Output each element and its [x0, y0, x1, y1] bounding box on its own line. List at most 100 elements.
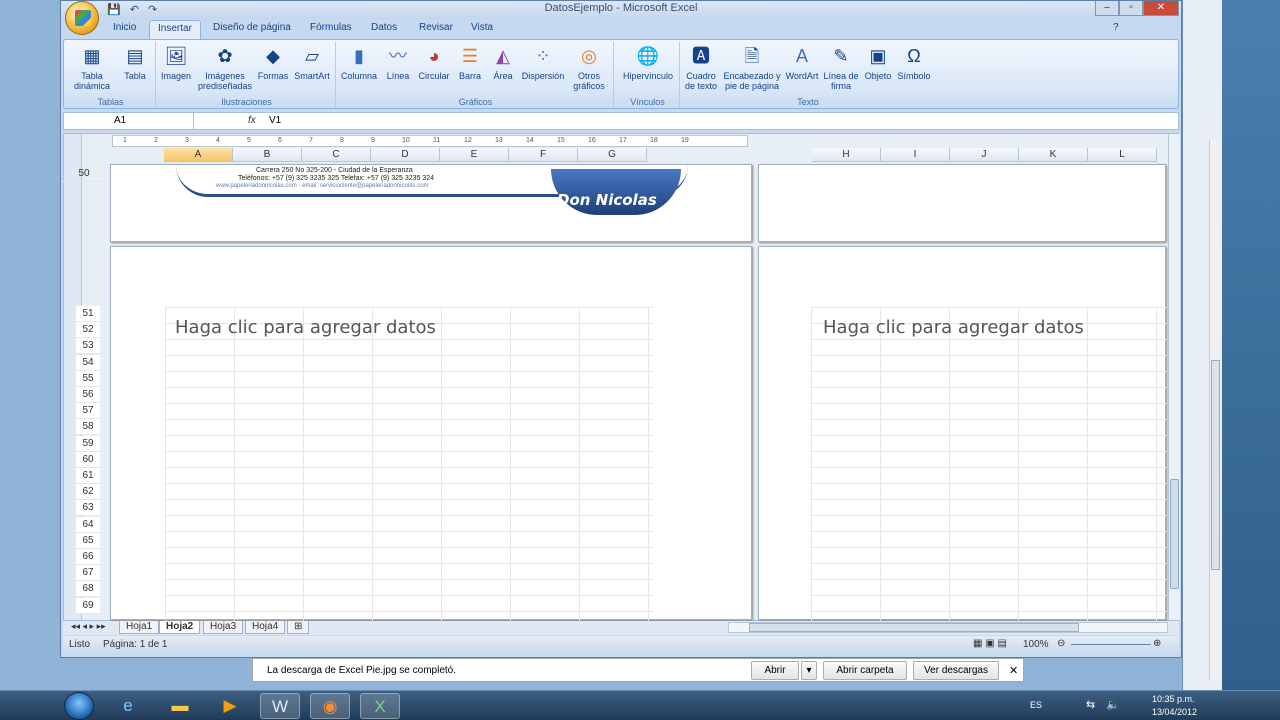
row-header-64[interactable]: 64 — [76, 516, 100, 533]
redo-icon[interactable]: ↷ — [148, 4, 157, 16]
column-header-a[interactable]: A — [164, 148, 233, 162]
clock-time[interactable]: 10:35 p.m. — [1152, 694, 1195, 704]
tab-datos[interactable]: Datos — [371, 22, 397, 33]
horizontal-scrollbar[interactable] — [728, 622, 1168, 633]
columna-chart-button[interactable]: ▮ Columna — [338, 44, 380, 81]
start-button[interactable] — [64, 692, 94, 720]
sheet-nav-arrows-icon[interactable]: ◂◂ ◂ ▸ ▸▸ — [71, 621, 106, 632]
open-button[interactable]: Abrir — [751, 661, 799, 680]
row-header-65[interactable]: 65 — [76, 532, 100, 549]
name-box[interactable]: A1 — [64, 113, 194, 129]
placeholder-left[interactable]: Haga clic para agregar datos — [175, 317, 436, 338]
column-header-i[interactable]: I — [881, 148, 950, 162]
imagenes-prediseñadas-button[interactable]: ✿ Imágenes prediseñadas — [196, 44, 254, 91]
tab-vista[interactable]: Vista — [471, 22, 493, 33]
excel-icon[interactable]: X — [360, 693, 400, 719]
row-header-60[interactable]: 60 — [76, 451, 100, 468]
page-left[interactable]: Haga clic para agregar datos — [110, 246, 752, 621]
encabezado-pie-button[interactable]: 🗎 Encabezado y pie de página — [722, 44, 782, 91]
save-icon[interactable]: 💾 — [107, 4, 121, 16]
simbolo-button[interactable]: Ω Símbolo — [896, 44, 932, 81]
row-header-57[interactable]: 57 — [76, 403, 100, 420]
tab-insertar[interactable]: Insertar — [149, 20, 201, 39]
help-icon[interactable]: ? — [1113, 22, 1119, 33]
cell-grid-left[interactable] — [165, 307, 653, 621]
zoom-out-icon[interactable]: ⊖ — [1057, 638, 1065, 649]
tab-revisar[interactable]: Revisar — [419, 22, 453, 33]
zoom-slider[interactable] — [1071, 644, 1151, 645]
insert-sheet-icon[interactable]: ⊞ — [287, 621, 310, 634]
row-header-56[interactable]: 56 — [76, 387, 100, 403]
column-header-k[interactable]: K — [1019, 148, 1088, 162]
column-header-l[interactable]: L — [1088, 148, 1157, 162]
area-chart-button[interactable]: ◭ Área — [488, 44, 518, 81]
row-header-66[interactable]: 66 — [76, 549, 100, 565]
zoom-in-icon[interactable]: ⊕ — [1153, 638, 1161, 649]
undo-icon[interactable]: ↶ — [130, 4, 139, 16]
row-header-50[interactable]: 50 — [62, 166, 106, 182]
column-header-e[interactable]: E — [440, 148, 509, 162]
fx-icon[interactable]: fx — [248, 113, 256, 129]
tabla-button[interactable]: ▤ Tabla — [118, 44, 152, 81]
linea-firma-button[interactable]: ✎ Línea de firma — [822, 44, 860, 91]
tabla-dinamica-button[interactable]: ▦ Tabla dinámica — [70, 44, 114, 91]
sheet-tab-hoja4[interactable]: Hoja4 — [245, 621, 286, 634]
formas-button[interactable]: ◆ Formas — [256, 44, 290, 81]
circular-chart-button[interactable]: ◕ Circular — [416, 44, 452, 81]
row-header-58[interactable]: 58 — [76, 419, 100, 436]
cell-grid-right[interactable] — [811, 307, 1167, 621]
network-icon[interactable]: ⇆ — [1086, 698, 1095, 711]
page-right[interactable]: Haga clic para agregar datos — [758, 246, 1167, 621]
internet-explorer-icon[interactable]: e — [108, 693, 148, 719]
row-header-67[interactable]: 67 — [76, 565, 100, 582]
volume-icon[interactable]: 🔈 — [1106, 698, 1120, 711]
row-header-68[interactable]: 68 — [76, 581, 100, 598]
column-header-c[interactable]: C — [302, 148, 371, 162]
column-header-f[interactable]: F — [509, 148, 578, 162]
open-folder-button[interactable]: Abrir carpeta — [823, 661, 907, 680]
cuadro-texto-button[interactable]: 🅰 Cuadro de texto — [682, 44, 720, 91]
row-header-54[interactable]: 54 — [76, 354, 100, 371]
row-header-61[interactable]: 61 — [76, 468, 100, 484]
row-header-59[interactable]: 59 — [76, 435, 100, 452]
language-indicator[interactable]: ES — [1030, 700, 1042, 710]
view-buttons-icon[interactable]: ▦ ▣ ▤ — [973, 638, 1007, 649]
placeholder-right[interactable]: Haga clic para agregar datos — [823, 317, 1084, 338]
column-header-h[interactable]: H — [812, 148, 881, 162]
row-header-63[interactable]: 63 — [76, 500, 100, 517]
smartart-button[interactable]: ▱ SmartArt — [292, 44, 332, 81]
tab-formulas[interactable]: Fórmulas — [310, 22, 352, 33]
firefox-icon[interactable]: ◉ — [310, 693, 350, 719]
vertical-scrollbar[interactable] — [1168, 134, 1180, 620]
close-button[interactable]: ✕ — [1143, 1, 1179, 16]
clock-date[interactable]: 13/04/2012 — [1152, 707, 1197, 717]
objeto-button[interactable]: ▣ Objeto — [862, 44, 894, 81]
tab-diseno-pagina[interactable]: Diseño de página — [213, 22, 291, 33]
close-download-bar-icon[interactable]: ✕ — [1009, 664, 1018, 677]
scroll-thumb[interactable] — [1170, 479, 1179, 589]
otros-graficos-button[interactable]: ◎ Otros gráficos — [568, 44, 610, 91]
column-header-d[interactable]: D — [371, 148, 440, 162]
row-header-51[interactable]: 51 — [76, 306, 100, 322]
hipervinculo-button[interactable]: 🌐 Hipervínculo — [618, 44, 678, 81]
zoom-level[interactable]: 100% — [1023, 639, 1049, 650]
row-header-62[interactable]: 62 — [76, 484, 100, 501]
open-dropdown-icon[interactable]: ▾ — [801, 661, 817, 680]
formula-input[interactable]: V1 — [269, 113, 281, 129]
minimize-button[interactable]: – — [1095, 1, 1119, 16]
linea-chart-button[interactable]: 〰 Línea — [382, 44, 414, 81]
row-header-52[interactable]: 52 — [76, 322, 100, 339]
sheet-tab-hoja2[interactable]: Hoja2 — [159, 621, 201, 634]
word-icon[interactable]: W — [260, 693, 300, 719]
folder-icon[interactable]: ▬ — [160, 693, 200, 719]
barra-chart-button[interactable]: ☰ Barra — [454, 44, 486, 81]
maximize-button[interactable]: ▫ — [1119, 1, 1143, 16]
row-header-55[interactable]: 55 — [76, 370, 100, 387]
tab-inicio[interactable]: Inicio — [113, 22, 136, 33]
media-player-icon[interactable]: ▶ — [210, 693, 250, 719]
row-header-53[interactable]: 53 — [76, 338, 100, 355]
imagen-button[interactable]: 🖼 Imagen — [158, 44, 194, 81]
dispersion-chart-button[interactable]: ⁘ Dispersión — [520, 44, 566, 81]
column-header-g[interactable]: G — [578, 148, 647, 162]
column-header-b[interactable]: B — [233, 148, 302, 162]
